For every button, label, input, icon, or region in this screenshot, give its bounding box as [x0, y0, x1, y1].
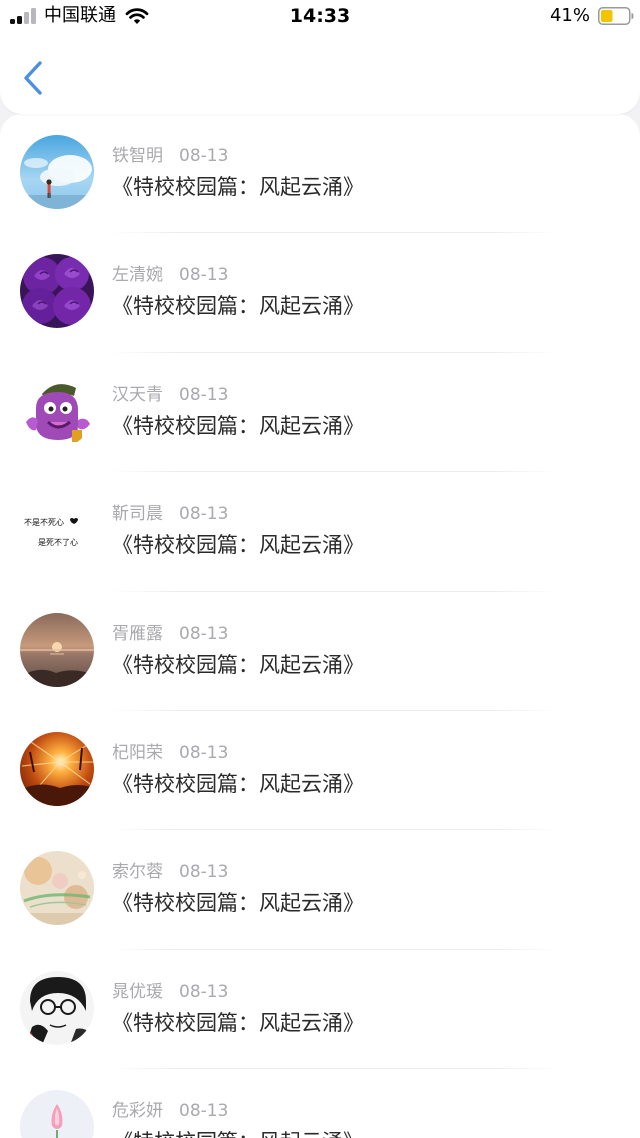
list-item[interactable]: 左清婉 08-13 《特校校园篇：风起云涌》: [0, 233, 640, 353]
message-title: 《特校校园篇：风起云涌》: [112, 413, 364, 438]
message-list: 铁智明 08-13 《特校校园篇：风起云涌》 左清婉 08-13 《特校校园篇：风起…: [0, 114, 640, 1138]
list-item[interactable]: 汉天青 08-13 《特校校园篇：风起云涌》: [0, 353, 640, 473]
message-title: 《特校校园篇：风起云涌》: [112, 1010, 364, 1035]
list-item[interactable]: 铁智明 08-13 《特校校园篇：风起云涌》: [0, 114, 640, 234]
avatar: [20, 135, 94, 209]
avatar: [20, 851, 94, 926]
sender-name: 左清婉: [112, 265, 163, 286]
message-title: 《特校校园篇：风起云涌》: [112, 294, 364, 319]
status-time: 14:33: [289, 5, 351, 27]
message-title: 《特校校园篇：风起云涌》: [112, 771, 364, 796]
sender-name: 晁优瑗: [112, 981, 163, 1002]
sender-name: 靳司晨: [112, 504, 163, 525]
sender-name: 杞阳荣: [112, 742, 163, 763]
back-button[interactable]: [18, 58, 52, 98]
message-title: 《特校校园篇：风起云涌》: [112, 1127, 364, 1138]
chevron-left-icon: [24, 61, 42, 95]
nav-header: [0, 32, 640, 114]
avatar: [20, 612, 94, 687]
avatar: [20, 254, 94, 329]
message-title: 《特校校园篇：风起云涌》: [112, 652, 364, 677]
list-item[interactable]: 杞阳荣 08-13 《特校校园篇：风起云涌》: [0, 711, 640, 831]
battery-percentage: 41%: [549, 5, 590, 26]
avatar: 不是不死心 是死不了心: [20, 493, 94, 568]
status-bar: 中国联通 14:33 41%: [0, 0, 640, 32]
message-date: 08-13: [179, 981, 229, 1002]
message-date: 08-13: [179, 265, 229, 286]
message-date: 08-13: [179, 742, 229, 763]
battery-icon: [598, 7, 634, 25]
sender-name: 汉天青: [112, 384, 163, 405]
message-date: 08-13: [179, 146, 229, 166]
message-title: 《特校校园篇：风起云涌》: [112, 175, 364, 199]
avatar: [20, 970, 94, 1045]
list-item[interactable]: 索尔蓉 08-13 《特校校园篇：风起云涌》: [0, 830, 640, 950]
message-date: 08-13: [179, 623, 229, 644]
avatar-text: 是死不了心: [38, 538, 78, 547]
message-date: 08-13: [179, 862, 229, 883]
message-date: 08-13: [179, 1101, 229, 1122]
sender-name: 索尔蓉: [112, 862, 163, 883]
message-date: 08-13: [179, 384, 229, 405]
list-item[interactable]: 危彩妍 08-13 《特校校园篇：风起云涌》: [0, 1069, 640, 1138]
list-item[interactable]: 不是不死心 是死不了心 靳司晨 08-13 《特校校园篇：风起云涌》: [0, 472, 640, 592]
sender-name: 危彩妍: [112, 1101, 163, 1122]
sender-name: 铁智明: [112, 146, 163, 166]
avatar: [20, 1090, 94, 1138]
avatar-text: 不是不死心: [24, 518, 64, 527]
message-title: 《特校校园篇：风起云涌》: [112, 533, 364, 558]
avatar: [20, 731, 94, 806]
list-item[interactable]: 晁优瑗 08-13 《特校校园篇：风起云涌》: [0, 950, 640, 1070]
avatar: [20, 373, 94, 448]
message-date: 08-13: [179, 504, 229, 525]
sender-name: 胥雁露: [112, 623, 163, 644]
message-title: 《特校校园篇：风起云涌》: [112, 891, 364, 916]
list-item[interactable]: 胥雁露 08-13 《特校校园篇：风起云涌》: [0, 592, 640, 711]
